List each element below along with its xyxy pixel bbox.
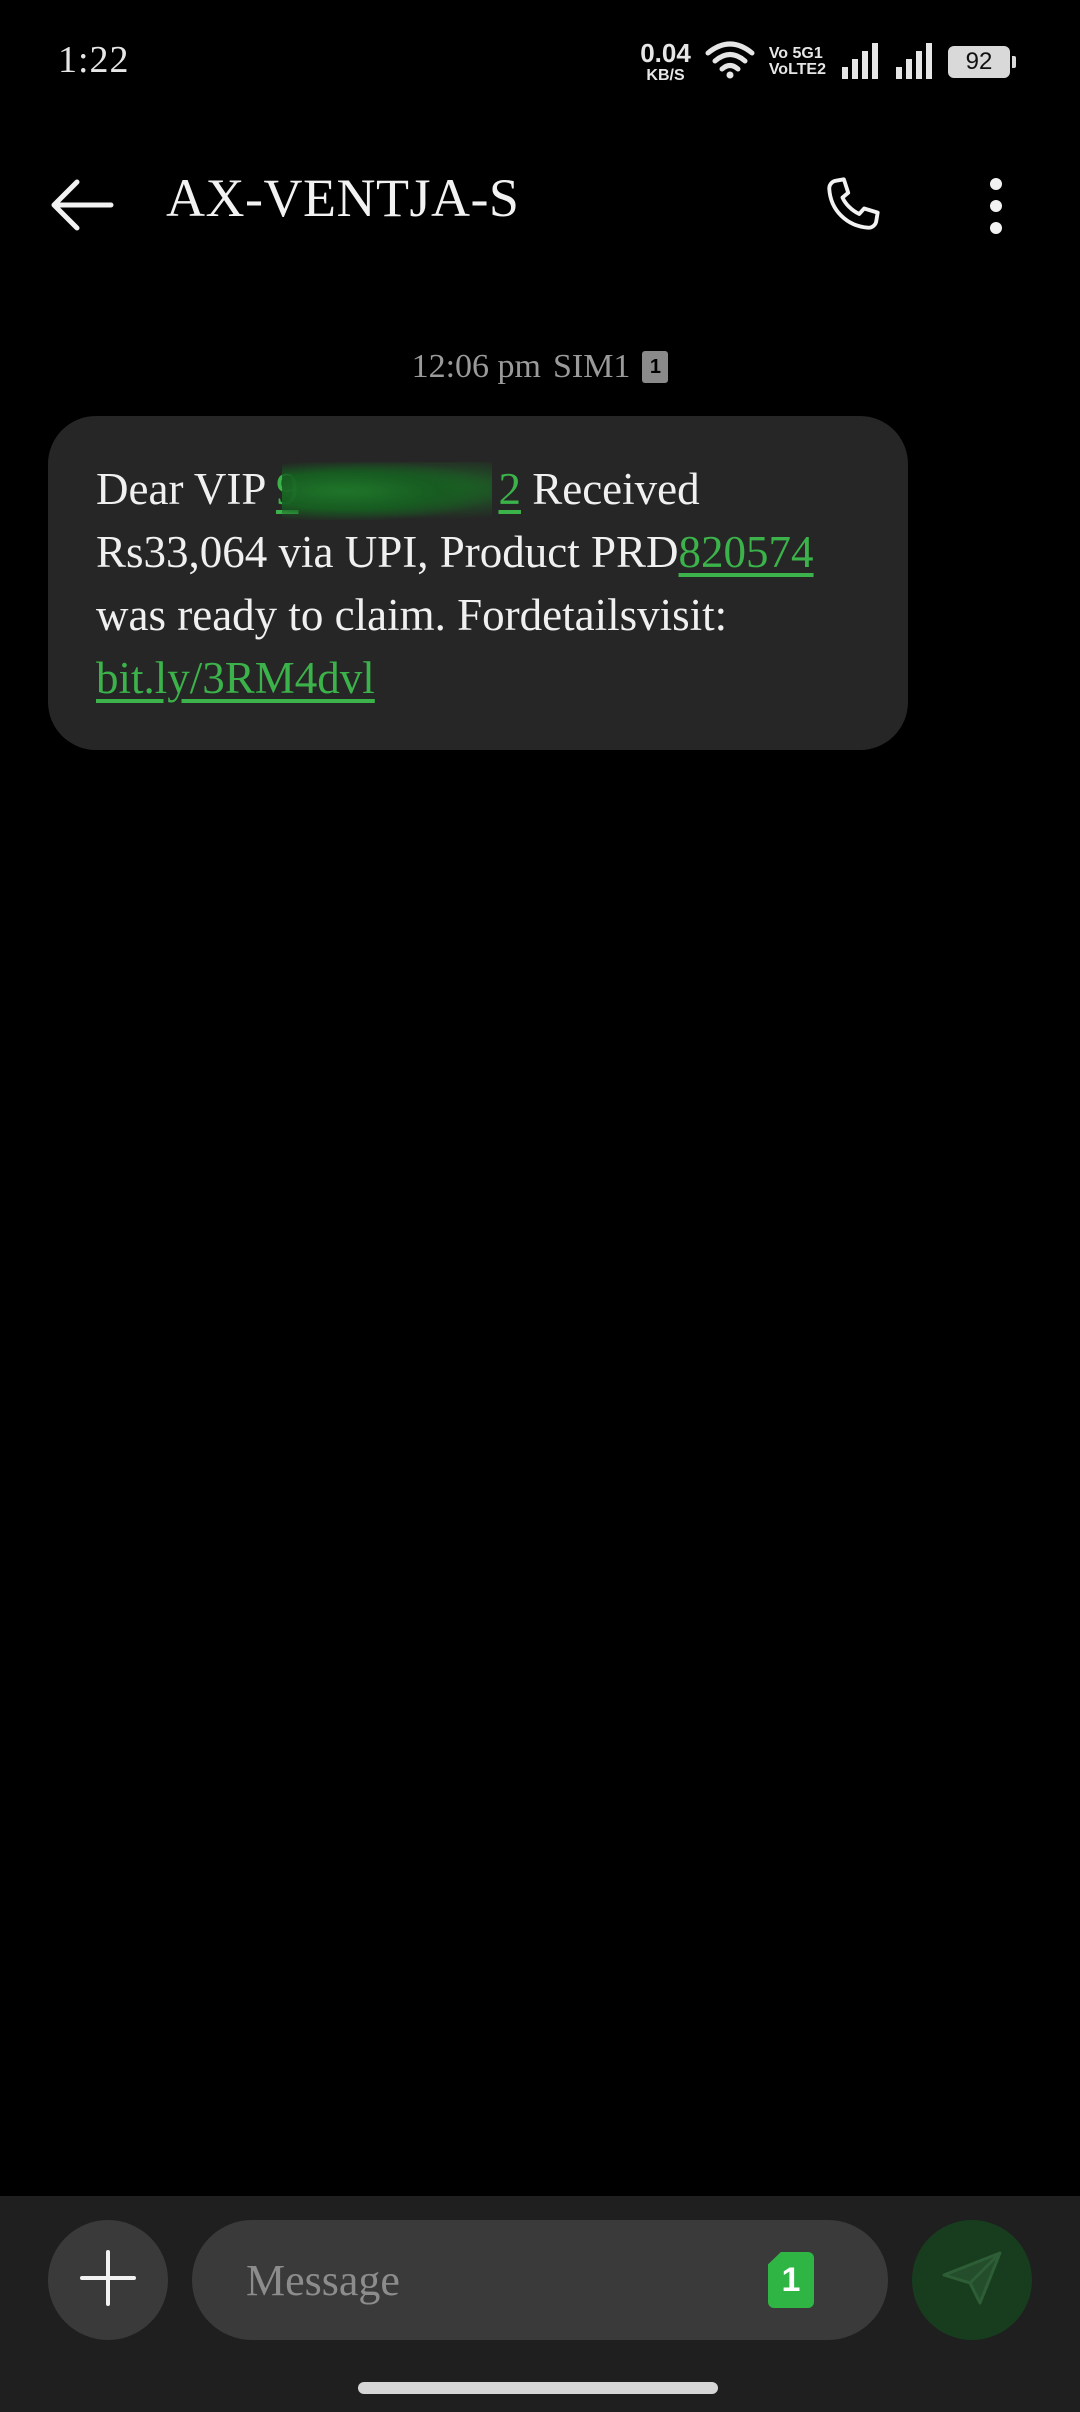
- battery-icon: 92: [948, 46, 1016, 78]
- back-button[interactable]: [40, 165, 124, 249]
- more-options-button[interactable]: [960, 163, 1032, 253]
- call-button[interactable]: [806, 163, 896, 253]
- volte-line-2: VoLTE2: [768, 61, 826, 78]
- message-timestamp: 12:06 pm SIM1 1: [0, 348, 1080, 386]
- phone-icon: [818, 173, 884, 244]
- volte-indicator: Vo 5G1 VoLTE2: [769, 46, 826, 78]
- sim-label: SIM1: [552, 348, 631, 385]
- compose-bar: 1: [0, 2196, 1080, 2412]
- attach-button[interactable]: [48, 2220, 168, 2340]
- sim-card-number: 1: [649, 355, 661, 378]
- app-bar: AX-VENTJA-S: [0, 125, 1080, 275]
- status-time: 1:22: [58, 39, 130, 81]
- contact-title: AX-VENTJA-S: [166, 168, 520, 228]
- send-button[interactable]: [912, 2220, 1032, 2340]
- network-speed-value: 0.04: [640, 38, 691, 68]
- sim-card-icon: 1: [642, 351, 669, 383]
- network-speed-unit: KB/S: [646, 67, 685, 84]
- product-code-link[interactable]: 820574: [679, 527, 814, 577]
- volte-line-1: Vo 5G1: [768, 45, 823, 62]
- signal-sim2-icon: [894, 41, 934, 84]
- sim-select-icon[interactable]: 1: [768, 2252, 814, 2308]
- signal-sim1-icon: [840, 41, 880, 84]
- incoming-message-bubble[interactable]: Dear VIP 92 Received Rs33,064 via UPI, P…: [48, 416, 908, 750]
- plus-icon: [78, 2248, 138, 2313]
- send-icon: [940, 2249, 1004, 2312]
- url-link[interactable]: bit.ly/3RM4dvl: [96, 653, 375, 703]
- redaction-mark: [281, 462, 492, 520]
- status-bar: 1:22 0.04 KB/S Vo 5G1 VoLTE2 92: [0, 0, 1080, 125]
- timestamp-text: 12:06 pm: [411, 348, 541, 385]
- redacted-number-end: 2: [498, 464, 521, 514]
- more-vert-icon: [988, 176, 1004, 241]
- status-icons: 0.04 KB/S Vo 5G1 VoLTE2 92: [640, 38, 1016, 86]
- network-speed: 0.04 KB/S: [640, 40, 691, 84]
- message-text-1: Dear VIP: [96, 464, 276, 514]
- message-text-3: was ready to claim. Fordetailsvisit:: [96, 590, 728, 640]
- back-arrow-icon: [49, 178, 115, 237]
- wifi-icon: [705, 40, 755, 85]
- battery-level: 92: [965, 48, 993, 75]
- phone-number-link[interactable]: 92: [276, 458, 521, 521]
- home-indicator[interactable]: [358, 2382, 718, 2394]
- sim-select-number: 1: [781, 2260, 801, 2299]
